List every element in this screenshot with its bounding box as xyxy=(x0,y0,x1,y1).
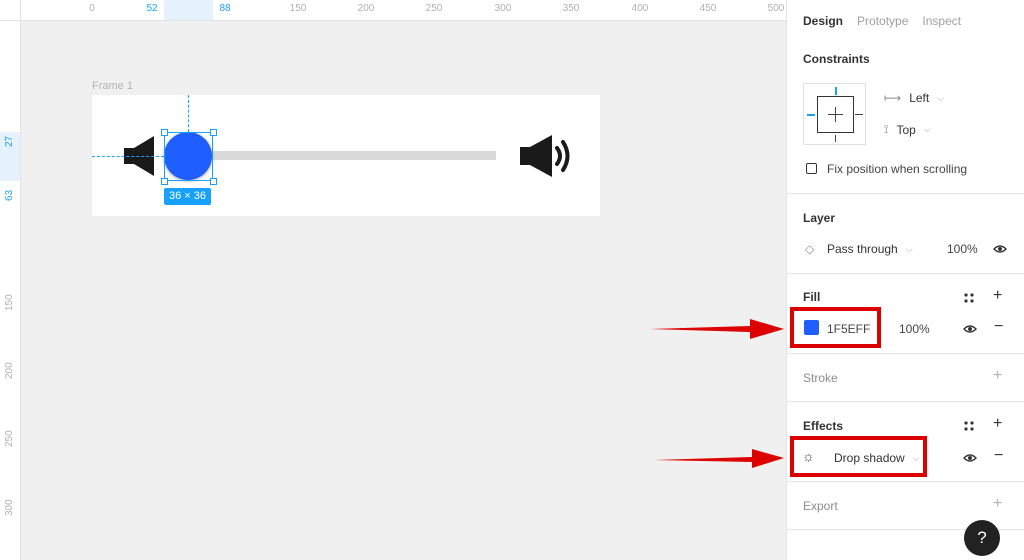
ruler-top: 0 52 88 150 200 250 300 350 400 450 500 xyxy=(0,0,786,21)
blend-mode-value: Pass through xyxy=(827,242,898,256)
tab-prototype[interactable]: Prototype xyxy=(857,14,908,28)
ruler-tick: 500 xyxy=(767,3,785,14)
ruler-tick: 150 xyxy=(4,294,15,311)
ruler-tick-selection-end: 88 xyxy=(219,3,231,14)
styles-grid-icon[interactable] xyxy=(963,292,975,304)
slider-track[interactable] xyxy=(196,151,496,160)
ruler-tick: 300 xyxy=(4,499,15,516)
highlight-box-effects xyxy=(790,436,927,477)
fix-position-checkbox[interactable] xyxy=(806,163,817,174)
panel-tabs: Design Prototype Inspect xyxy=(803,14,961,28)
chevron-down-icon: ⌵ xyxy=(905,243,913,254)
annotation-arrow-fill xyxy=(650,319,784,339)
blend-mode-icon: ◇ xyxy=(805,242,815,256)
ruler-corner xyxy=(0,0,21,21)
measurement-guide-vertical xyxy=(188,95,189,132)
constraint-bottom[interactable] xyxy=(835,135,836,142)
ruler-tick: 0 xyxy=(89,3,95,14)
tab-inspect[interactable]: Inspect xyxy=(922,14,961,28)
ruler-tick: 400 xyxy=(631,3,649,14)
ruler-tick: 250 xyxy=(4,430,15,447)
section-title: Stroke xyxy=(803,371,838,385)
section-title: Layer xyxy=(803,211,836,225)
constraint-right[interactable] xyxy=(855,114,863,115)
ruler-tick: 450 xyxy=(699,3,717,14)
horizontal-constraint-icon: ⟼ xyxy=(884,91,902,105)
size-badge: 36 × 36 xyxy=(164,188,211,205)
eye-icon[interactable] xyxy=(963,324,977,334)
add-export-icon[interactable]: + xyxy=(993,496,1002,512)
remove-effect-icon[interactable]: − xyxy=(994,448,1003,464)
ruler-left: 27 63 150 200 250 300 xyxy=(0,21,21,560)
ruler-tick-selection-start: 27 xyxy=(4,135,15,147)
vertical-constraint-dropdown[interactable]: ⟟ Top ⌵ xyxy=(884,122,931,137)
eye-icon[interactable] xyxy=(993,244,1007,254)
speaker-loud-icon[interactable] xyxy=(520,135,574,177)
section-title: Fill xyxy=(803,290,821,304)
constraint-widget[interactable] xyxy=(803,83,866,145)
frame-label[interactable]: Frame 1 xyxy=(92,80,133,92)
section-title: Export xyxy=(803,499,838,513)
fill-opacity[interactable]: 100% xyxy=(899,322,930,336)
fix-position-label: Fix position when scrolling xyxy=(827,162,968,176)
help-button[interactable]: ? xyxy=(964,520,1000,556)
layer-opacity[interactable]: 100% xyxy=(947,242,978,256)
selection-box[interactable] xyxy=(164,132,213,181)
ruler-tick: 250 xyxy=(425,3,443,14)
vertical-constraint-value: Top xyxy=(896,122,916,137)
highlight-box-fill xyxy=(790,307,881,348)
vertical-constraint-icon: ⟟ xyxy=(884,122,889,136)
properties-panel: Design Prototype Inspect Constraints ⟼ L… xyxy=(786,0,1024,560)
constraint-inner-box xyxy=(817,96,854,133)
resize-handle-top-left[interactable] xyxy=(161,129,168,136)
ruler-tick: 350 xyxy=(562,3,580,14)
add-stroke-icon[interactable]: + xyxy=(993,368,1002,384)
chevron-down-icon: ⌵ xyxy=(937,92,945,103)
ruler-tick: 300 xyxy=(494,3,512,14)
constraint-center-v xyxy=(835,107,836,122)
styles-grid-icon[interactable] xyxy=(963,420,975,432)
section-title: Constraints xyxy=(803,52,870,66)
layer-section: Layer ◇ Pass through ⌵ 100% xyxy=(787,194,1024,274)
constraints-section: Constraints ⟼ Left ⌵ ⟟ Top ⌵ Fix positio… xyxy=(787,40,1024,194)
tab-design[interactable]: Design xyxy=(803,14,843,28)
ruler-tick: 200 xyxy=(4,362,15,379)
ruler-tick: 150 xyxy=(289,3,307,14)
section-title: Effects xyxy=(803,419,844,433)
canvas[interactable]: 0 52 88 150 200 250 300 350 400 450 500 … xyxy=(0,0,786,560)
constraint-top-active[interactable] xyxy=(835,87,837,95)
add-effect-icon[interactable]: + xyxy=(993,416,1002,432)
add-fill-icon[interactable]: + xyxy=(993,288,1002,304)
effects-section: Effects + ☼ Drop shadow ⌵ − xyxy=(787,402,1024,482)
fill-section: Fill + 1F5EFF 100% − xyxy=(787,274,1024,354)
ruler-tick-selection-end: 63 xyxy=(4,189,15,201)
constraint-left-active[interactable] xyxy=(807,114,815,116)
remove-fill-icon[interactable]: − xyxy=(994,319,1003,335)
resize-handle-bottom-left[interactable] xyxy=(161,178,168,185)
chevron-down-icon: ⌵ xyxy=(923,124,931,134)
horizontal-constraint-value: Left xyxy=(909,91,930,105)
stroke-section: Stroke + xyxy=(787,354,1024,402)
horizontal-constraint-dropdown[interactable]: ⟼ Left ⌵ xyxy=(884,91,944,105)
blend-mode-dropdown[interactable]: Pass through ⌵ xyxy=(827,242,913,256)
resize-handle-top-right[interactable] xyxy=(210,129,217,136)
ruler-tick: 200 xyxy=(357,3,375,14)
eye-icon[interactable] xyxy=(963,453,977,463)
annotation-arrow-effects xyxy=(654,449,784,468)
ruler-tick-selection-start: 52 xyxy=(146,3,158,14)
resize-handle-bottom-right[interactable] xyxy=(210,178,217,185)
ruler-top-selection-highlight xyxy=(164,0,213,20)
measurement-guide-horizontal xyxy=(92,156,164,157)
